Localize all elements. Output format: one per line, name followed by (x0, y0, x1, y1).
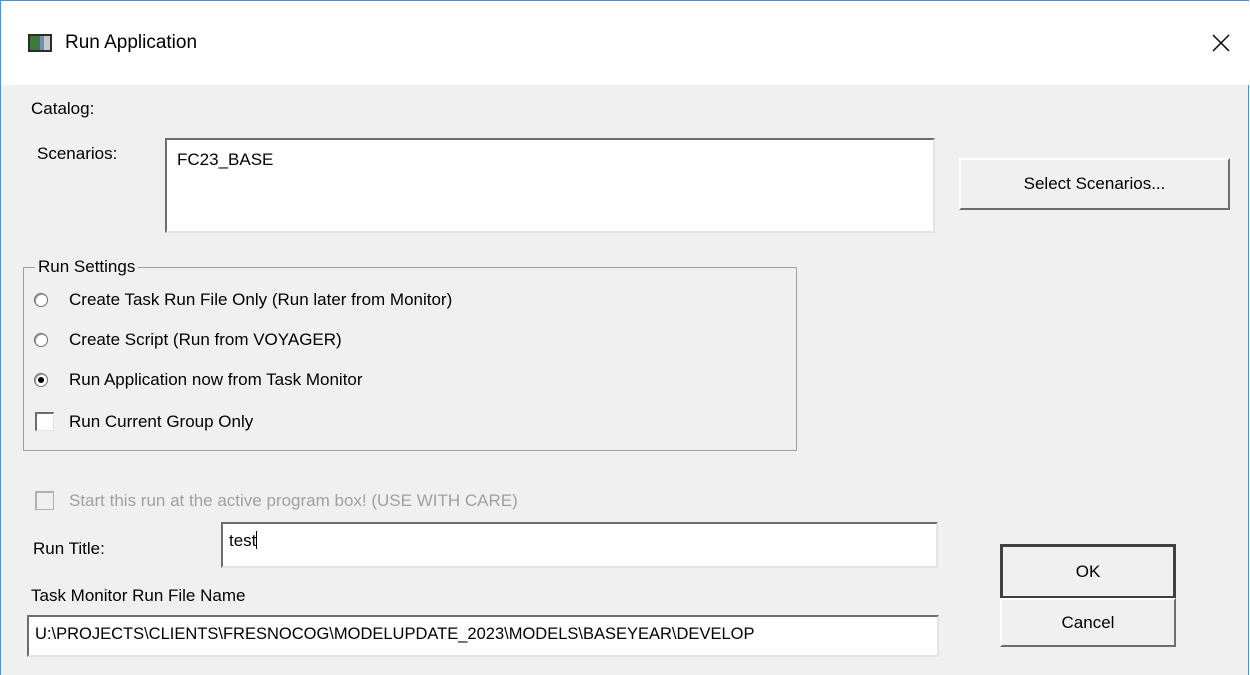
cancel-button[interactable]: Cancel (1000, 598, 1176, 647)
window-title: Run Application (65, 32, 198, 53)
text-caret (256, 531, 258, 549)
scenario-item[interactable]: FC23_BASE (177, 150, 273, 169)
radio-create-script-label[interactable]: Create Script (Run from VOYAGER) (69, 330, 342, 350)
run-file-input[interactable]: U:\PROJECTS\CLIENTS\FRESNOCOG\MODELUPDAT… (27, 615, 939, 657)
radio-create-task-run-file[interactable] (34, 293, 48, 307)
checkbox-run-current-group-only-label[interactable]: Run Current Group Only (69, 412, 253, 432)
title-bar: Run Application (1, 1, 1249, 85)
run-title-input[interactable]: test (221, 522, 938, 568)
radio-create-task-run-file-label[interactable]: Create Task Run File Only (Run later fro… (69, 290, 452, 310)
run-settings-legend: Run Settings (35, 257, 139, 277)
checkbox-start-active-box-label[interactable]: Start this run at the active program box… (69, 491, 518, 511)
run-title-value: test (229, 531, 257, 550)
radio-run-application-now-label[interactable]: Run Application now from Task Monitor (69, 370, 363, 390)
close-button[interactable] (1201, 23, 1241, 63)
checkbox-run-current-group-only[interactable] (35, 412, 54, 431)
run-title-label: Run Title: (33, 539, 105, 558)
radio-run-application-now[interactable] (34, 373, 48, 387)
run-file-label: Task Monitor Run File Name (31, 586, 246, 605)
checkbox-start-active-box[interactable] (35, 491, 54, 510)
select-scenarios-button[interactable]: Select Scenarios... (959, 158, 1230, 210)
scenarios-label: Scenarios: (37, 144, 118, 163)
run-file-value: U:\PROJECTS\CLIENTS\FRESNOCOG\MODELUPDAT… (35, 625, 755, 643)
radio-create-script[interactable] (34, 333, 48, 347)
catalog-label: Catalog: (31, 99, 95, 118)
ok-button[interactable]: OK (1000, 544, 1176, 599)
scenarios-list[interactable]: FC23_BASE (165, 138, 935, 233)
app-window-icon (28, 34, 52, 52)
run-application-dialog: Run Application Catalog: Scenarios: FC23… (0, 0, 1249, 675)
close-icon (1212, 34, 1230, 52)
